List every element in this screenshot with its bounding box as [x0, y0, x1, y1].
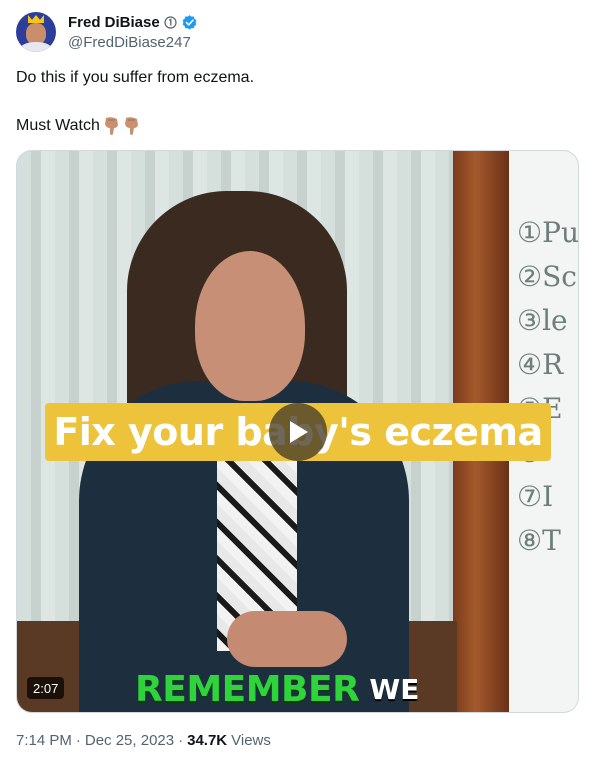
caption-word-remember: REMEMBER [135, 668, 360, 710]
whiteboard-line: ④R [517, 348, 564, 381]
affiliation-badge-icon [164, 15, 177, 29]
speaker-face [195, 251, 305, 401]
tweet-text-must-watch: Must Watch [16, 117, 100, 134]
avatar-shirt [20, 42, 52, 52]
play-icon [290, 421, 308, 443]
meta-separator: · [178, 732, 184, 749]
meta-separator: · [75, 732, 81, 749]
pointing-down-icon [104, 117, 118, 135]
author-handle[interactable]: @FredDiBiase247 [68, 34, 191, 51]
whiteboard-line: ②Sc [517, 260, 577, 293]
video-duration-badge: 2:07 [27, 677, 65, 699]
whiteboard-line: ①Pu [517, 216, 579, 249]
whiteboard-line: ⑦I [517, 480, 554, 513]
caption-word-we: WE [369, 672, 420, 706]
avatar-crown [28, 15, 44, 23]
tweet-time[interactable]: 7:14 PM [16, 732, 72, 749]
verified-badge-icon [182, 14, 197, 30]
speaker-hands [227, 611, 347, 667]
views-label: Views [231, 732, 271, 749]
whiteboard-line: ⑧T [517, 524, 561, 557]
tweet-date[interactable]: Dec 25, 2023 [85, 732, 174, 749]
whiteboard-writing: ①Pu ②Sc ③le ④R ⑤E ⑥ ⑦I ⑧T [517, 211, 579, 591]
pointing-down-icon [124, 117, 138, 135]
author-display-name[interactable]: Fred DiBiase [68, 14, 160, 31]
play-button[interactable] [269, 403, 327, 461]
whiteboard-line: ③le [517, 304, 568, 337]
author-name-row: Fred DiBiase [68, 12, 198, 32]
video-bottom-caption: REMEMBER WE [135, 668, 420, 710]
views-count: 34.7K [187, 732, 228, 749]
author-avatar[interactable] [16, 12, 56, 52]
tweet-meta: 7:14 PM · Dec 25, 2023 · 34.7K Views [16, 732, 271, 749]
video-player[interactable]: ①Pu ②Sc ③le ④R ⑤E ⑥ ⑦I ⑧T Fix your baby'… [16, 150, 579, 713]
tweet-text-line-1: Do this if you suffer from eczema. [16, 69, 255, 86]
tweet-text-line-2: Must Watch [16, 116, 140, 136]
